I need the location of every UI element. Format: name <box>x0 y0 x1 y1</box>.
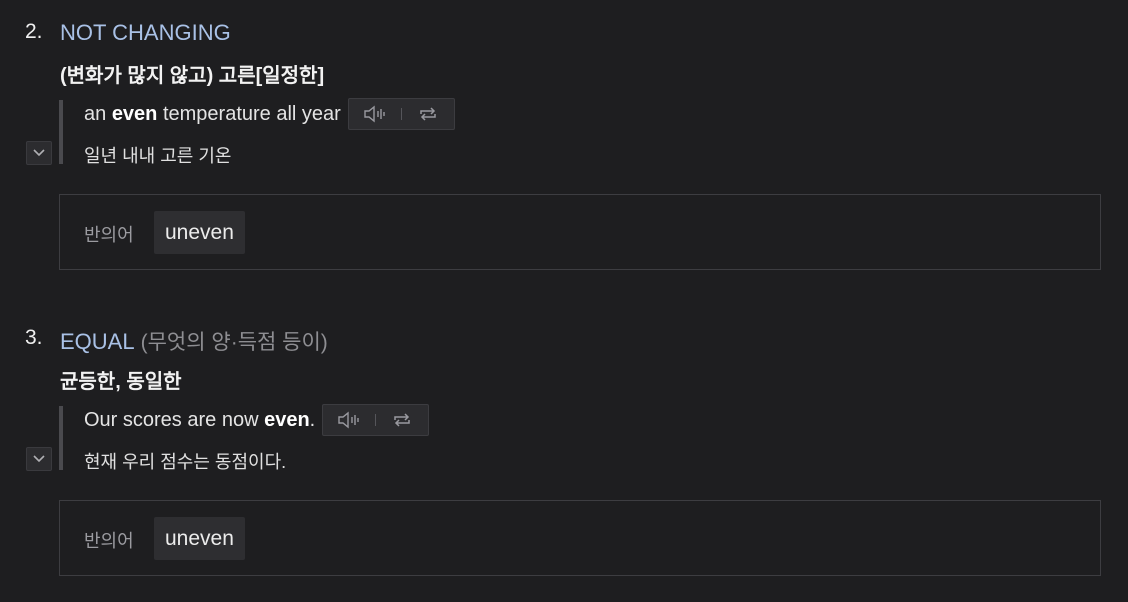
example-text-before: Our scores are now <box>84 408 265 431</box>
korean-definition: 균등한, 동일한 <box>60 371 182 393</box>
speaker-icon[interactable] <box>323 405 375 435</box>
example-translation: 일년 내내 고른 기온 <box>84 146 232 166</box>
example-headword: even <box>264 408 310 431</box>
example-translation: 현재 우리 점수는 동점이다. <box>84 452 287 472</box>
antonym-chip[interactable]: uneven <box>154 211 245 254</box>
example-bar <box>59 406 63 470</box>
audio-controls <box>347 98 455 130</box>
chevron-down-icon[interactable] <box>26 141 52 165</box>
repeat-icon[interactable] <box>402 99 454 129</box>
sense-heading: NOT CHANGING <box>60 20 231 46</box>
repeat-icon[interactable] <box>376 405 428 435</box>
example-sentence: Our scores are now even. <box>84 404 430 436</box>
korean-definition: (변화가 많지 않고) 고른[일정한] <box>60 65 325 87</box>
example-headword: even <box>111 102 158 125</box>
sense-number: 2. <box>25 20 43 43</box>
related-words-box: 반의어 uneven <box>59 194 1101 270</box>
example-sentence: an even temperature all year <box>84 98 455 130</box>
example-bar <box>59 100 63 164</box>
example-text-after: temperature all year <box>157 102 341 125</box>
sense-number: 3. <box>25 326 43 349</box>
related-words-box: 반의어 uneven <box>59 500 1101 576</box>
sense-heading: EQUAL (무엇의 양·득점 등이) <box>60 326 328 356</box>
audio-controls <box>322 404 430 436</box>
antonym-chip[interactable]: uneven <box>154 517 245 560</box>
sense-keyword: EQUAL <box>60 329 135 354</box>
antonym-label: 반의어 <box>84 531 134 551</box>
speaker-icon[interactable] <box>349 99 401 129</box>
example-text-before: an <box>84 102 112 125</box>
sense-note: (무엇의 양·득점 등이) <box>140 331 328 354</box>
antonym-label: 반의어 <box>84 225 134 245</box>
chevron-down-icon[interactable] <box>26 447 52 471</box>
sense-keyword: NOT CHANGING <box>60 20 231 45</box>
example-text-after: . <box>309 408 316 431</box>
